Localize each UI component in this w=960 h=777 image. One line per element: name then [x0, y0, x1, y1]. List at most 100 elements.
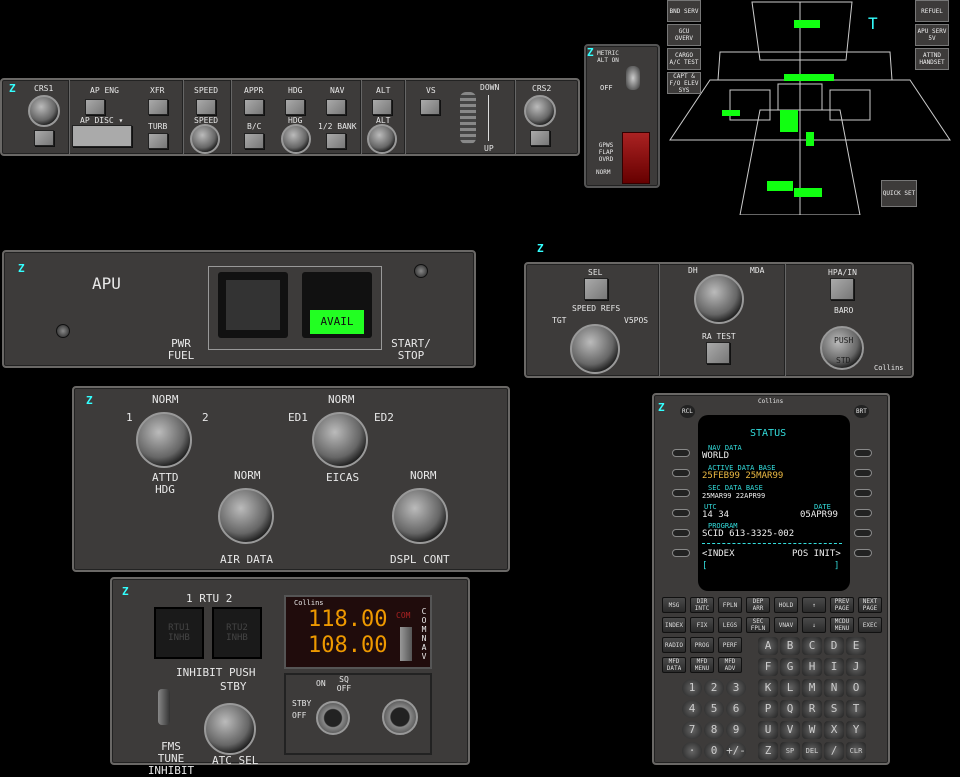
- nav-button[interactable]: [326, 99, 346, 115]
- key-t[interactable]: T: [846, 700, 866, 718]
- key-u[interactable]: U: [758, 721, 778, 739]
- key-num-1[interactable]: 2: [704, 679, 724, 697]
- key-radio[interactable]: RADIO: [662, 637, 686, 653]
- hdg-button[interactable]: [285, 99, 305, 115]
- alt-knob[interactable]: [367, 124, 397, 154]
- eicas-knob[interactable]: [312, 412, 368, 468]
- gcu-overv-button[interactable]: GCU OVERV: [667, 24, 701, 46]
- zoom-icon[interactable]: Z: [18, 262, 25, 275]
- volume-knob[interactable]: [316, 701, 350, 735]
- key-fix[interactable]: FIX: [690, 617, 714, 633]
- key-exec[interactable]: EXEC: [858, 617, 882, 633]
- ra-test-button[interactable]: [706, 342, 730, 364]
- key-y[interactable]: Y: [846, 721, 866, 739]
- key-prev-page[interactable]: PREV PAGE: [830, 597, 854, 613]
- key-p[interactable]: P: [758, 700, 778, 718]
- gpws-guarded-switch[interactable]: [622, 132, 650, 184]
- key-msg[interactable]: MSG: [662, 597, 686, 613]
- lsk-r3[interactable]: [854, 489, 872, 497]
- zoom-icon[interactable]: Z: [537, 242, 544, 255]
- pos-init-prompt[interactable]: POS INIT>: [792, 549, 841, 559]
- key-s[interactable]: S: [824, 700, 844, 718]
- key-dep-arr[interactable]: DEP ARR: [746, 597, 770, 613]
- key-del[interactable]: DEL: [802, 742, 822, 760]
- key-k[interactable]: K: [758, 679, 778, 697]
- key-num-4[interactable]: 5: [704, 700, 724, 718]
- key-n[interactable]: N: [824, 679, 844, 697]
- alt-button[interactable]: [372, 99, 392, 115]
- key-sp[interactable]: SP: [780, 742, 800, 760]
- cargo-ac-test-button[interactable]: CARGO A/C TEST: [667, 48, 701, 70]
- zoom-icon[interactable]: Z: [658, 401, 665, 414]
- fms-tune-inhibit-switch[interactable]: [158, 689, 170, 725]
- key-num-0[interactable]: 1: [682, 679, 702, 697]
- key-l[interactable]: L: [780, 679, 800, 697]
- key-num-2[interactable]: 3: [726, 679, 746, 697]
- key-v[interactable]: V: [780, 721, 800, 739]
- key-hold[interactable]: HOLD: [774, 597, 798, 613]
- key-num-10[interactable]: 0: [704, 742, 724, 760]
- key-num-5[interactable]: 6: [726, 700, 746, 718]
- key-num-7[interactable]: 8: [704, 721, 724, 739]
- xfr-button[interactable]: [148, 99, 168, 115]
- key-mcdu-menu[interactable]: MCDU MENU: [830, 617, 854, 633]
- key-z[interactable]: Z: [758, 742, 778, 760]
- key-x[interactable]: X: [824, 721, 844, 739]
- speed-button[interactable]: [196, 99, 216, 115]
- key--[interactable]: ↑: [802, 597, 826, 613]
- key-fpln[interactable]: FPLN: [718, 597, 742, 613]
- key-c[interactable]: C: [802, 637, 822, 655]
- key-mfd-data[interactable]: MFD DATA: [662, 657, 686, 673]
- key-num-9[interactable]: ·: [682, 742, 702, 760]
- key-q[interactable]: Q: [780, 700, 800, 718]
- key-next-page[interactable]: NEXT PAGE: [858, 597, 882, 613]
- brt-button[interactable]: BRT: [854, 405, 869, 418]
- lsk-l1[interactable]: [672, 449, 690, 457]
- key-prog[interactable]: PROG: [690, 637, 714, 653]
- turb-button[interactable]: [148, 133, 168, 149]
- attd-hdg-knob[interactable]: [136, 412, 192, 468]
- rcl-button[interactable]: RCL: [680, 405, 695, 418]
- key--[interactable]: ↓: [802, 617, 826, 633]
- key-mfd-adv[interactable]: MFD ADV: [718, 657, 742, 673]
- key-a[interactable]: A: [758, 637, 778, 655]
- key-g[interactable]: G: [780, 658, 800, 676]
- lsk-l3[interactable]: [672, 489, 690, 497]
- ap-disc-bar[interactable]: [72, 125, 132, 147]
- apu-serv-button[interactable]: APU SERV 5V: [915, 24, 949, 46]
- key-e[interactable]: E: [846, 637, 866, 655]
- key-num-8[interactable]: 9: [726, 721, 746, 739]
- key-clr[interactable]: CLR: [846, 742, 866, 760]
- crs2-button[interactable]: [530, 130, 550, 146]
- minimums-knob[interactable]: [694, 274, 744, 324]
- rtu2-inhibit-button[interactable]: RTU2 INHB: [212, 607, 262, 659]
- half-bank-button[interactable]: [326, 133, 346, 149]
- crs1-button[interactable]: [34, 130, 54, 146]
- lsk-r5[interactable]: [854, 529, 872, 537]
- lsk-r2[interactable]: [854, 469, 872, 477]
- lsk-l4[interactable]: [672, 509, 690, 517]
- key-num-6[interactable]: 7: [682, 721, 702, 739]
- speed-refs-knob[interactable]: [570, 324, 620, 374]
- key-num-11[interactable]: +/-: [726, 742, 746, 760]
- tuning-knob[interactable]: [382, 699, 418, 735]
- dspl-cont-knob[interactable]: [392, 488, 448, 544]
- appr-button[interactable]: [244, 99, 264, 115]
- key-index[interactable]: INDEX: [662, 617, 686, 633]
- sel-button[interactable]: [584, 278, 608, 300]
- lsk-r4[interactable]: [854, 509, 872, 517]
- com-nav-toggle[interactable]: [400, 627, 412, 661]
- zoom-icon[interactable]: Z: [86, 394, 93, 407]
- lsk-r1[interactable]: [854, 449, 872, 457]
- speed-knob[interactable]: [190, 124, 220, 154]
- key-h[interactable]: H: [802, 658, 822, 676]
- lsk-l2[interactable]: [672, 469, 690, 477]
- key-dir-intc[interactable]: DIR INTC: [690, 597, 714, 613]
- key-perf[interactable]: PERF: [718, 637, 742, 653]
- key-sec-fpln[interactable]: SEC FPLN: [746, 617, 770, 633]
- lsk-l5[interactable]: [672, 529, 690, 537]
- index-prompt[interactable]: <INDEX: [702, 549, 735, 559]
- crs1-knob[interactable]: [28, 95, 60, 127]
- lsk-r6[interactable]: [854, 549, 872, 557]
- key-vnav[interactable]: VNAV: [774, 617, 798, 633]
